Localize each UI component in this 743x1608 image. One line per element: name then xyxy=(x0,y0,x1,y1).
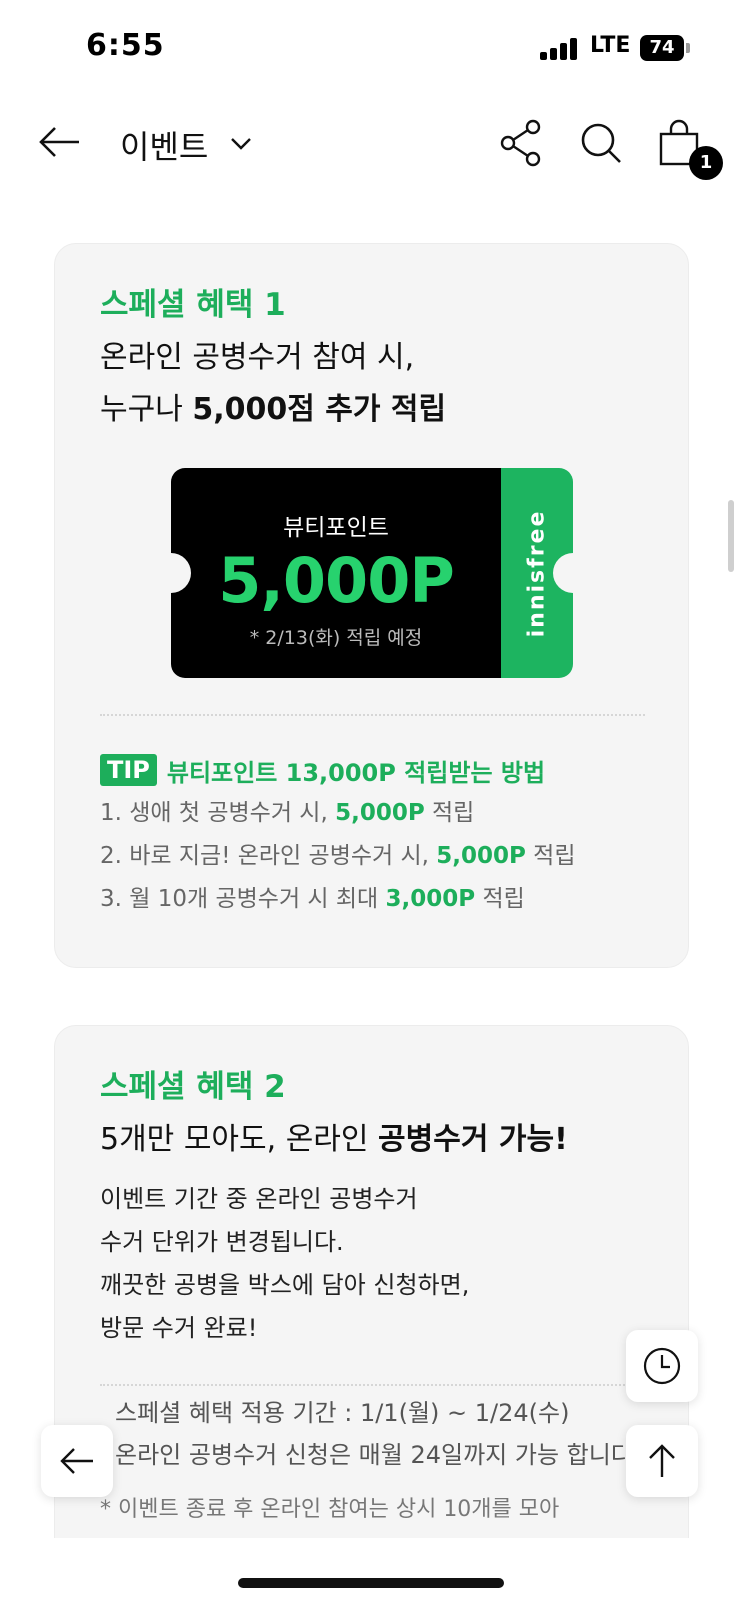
clock-icon xyxy=(643,1347,681,1385)
list-item: 2. 바로 지금! 온라인 공병수거 시, 5,000P 적립 xyxy=(100,835,576,878)
tip-points: 5,000P xyxy=(335,800,425,826)
list-item: 3. 월 10개 공병수거 시 최대 3,000P 적립 xyxy=(100,878,576,921)
special-benefit-card-1: 스페셜 혜택 1 온라인 공병수거 참여 시, 누구나 5,000점 추가 적립… xyxy=(54,243,689,968)
brand-logo: innisfree xyxy=(501,468,573,678)
status-time: 6:55 xyxy=(86,28,165,63)
description-line: 방문 수거 완료! xyxy=(100,1314,258,1342)
special-benefit-card-2: 스페셜 혜택 2 5개만 모아도, 온라인 공병수거 가능! 이벤트 기간 중 … xyxy=(54,1025,689,1608)
scrollbar[interactable] xyxy=(728,500,734,572)
top-nav: 이벤트 1 xyxy=(0,100,743,190)
back-arrow-icon[interactable] xyxy=(38,120,82,164)
heading-text: 5개만 모아도, 온라인 xyxy=(100,1122,379,1157)
battery-icon: 74 xyxy=(640,35,684,61)
beauty-point-coupon: 뷰티포인트 5,000P * 2/13(화) 적립 예정 innisfree xyxy=(151,468,593,678)
benefit-heading: 5개만 모아도, 온라인 공병수거 가능! xyxy=(100,1114,568,1166)
tip-points: 3,000P xyxy=(385,886,476,912)
benefit-description: 이벤트 기간 중 온라인 공병수거 수거 단위가 변경됩니다. 깨끗한 공병을 … xyxy=(100,1178,469,1350)
arrow-left-icon xyxy=(60,1448,93,1474)
tip-text: 2. 바로 지금! 온라인 공병수거 시, xyxy=(100,843,437,869)
chevron-down-icon[interactable] xyxy=(228,130,254,156)
status-bar: 6:55 LTE 74 xyxy=(0,0,743,100)
description-line: 깨끗한 공병을 박스에 담아 신청하면, xyxy=(100,1271,470,1299)
event-note: * 이벤트 종료 후 온라인 참여는 상시 10개를 모아 xyxy=(100,1497,560,1522)
previous-page-button[interactable] xyxy=(41,1425,113,1497)
benefit-label: 스페셜 혜택 1 xyxy=(100,287,286,323)
heading-text: 누구나 xyxy=(100,392,193,427)
bottom-safe-area xyxy=(0,1538,743,1608)
search-icon[interactable] xyxy=(578,120,624,166)
tip-text: 1. 생애 첫 공병수거 시, xyxy=(100,800,336,826)
benefit-heading: 온라인 공병수거 참여 시, 누구나 5,000점 추가 적립 xyxy=(100,332,446,436)
arrow-up-icon xyxy=(649,1444,675,1477)
heading-emphasis: 5,000점 추가 적립 xyxy=(192,392,447,427)
page-title[interactable]: 이벤트 xyxy=(120,122,208,168)
period-line: 스페셜 혜택 적용 기간 : 1/1(월) ~ 1/24(수) xyxy=(115,1399,570,1427)
description-line: 이벤트 기간 중 온라인 공병수거 xyxy=(100,1185,418,1213)
tip-text: 적립 xyxy=(424,800,475,826)
period-line: 온라인 공병수거 신청은 매월 24일까지 가능 합니다. xyxy=(115,1441,641,1469)
signal-icon xyxy=(540,36,582,60)
heading-emphasis: 공병수거 가능! xyxy=(378,1122,568,1157)
tip-text: 3. 월 10개 공병수거 시 최대 xyxy=(100,886,386,912)
description-line: 수거 단위가 변경됩니다. xyxy=(100,1228,344,1256)
coupon-note: * 2/13(화) 적립 예정 xyxy=(249,627,423,649)
dotted-divider xyxy=(100,1384,645,1386)
tip-list: 1. 생애 첫 공병수거 시, 5,000P 적립 2. 바로 지금! 온라인 … xyxy=(100,792,576,921)
network-type: LTE xyxy=(590,33,631,58)
tip-text: 적립 xyxy=(475,886,525,912)
coupon-title: 뷰티포인트 xyxy=(283,515,389,541)
dotted-divider xyxy=(100,714,645,716)
tip-title: 뷰티포인트 13,000P 적립받는 방법 xyxy=(166,758,546,787)
period-info: 스페셜 혜택 적용 기간 : 1/1(월) ~ 1/24(수) 온라인 공병수거… xyxy=(115,1392,641,1476)
tip-points: 5,000P xyxy=(436,843,526,869)
home-indicator[interactable] xyxy=(238,1578,504,1588)
tip-text: 적립 xyxy=(525,843,576,869)
tip-header: TIP 뷰티포인트 13,000P 적립받는 방법 xyxy=(100,752,545,788)
list-item: 1. 생애 첫 공병수거 시, 5,000P 적립 xyxy=(100,792,576,835)
cart-count-badge: 1 xyxy=(689,146,723,180)
recent-history-button[interactable] xyxy=(626,1330,698,1402)
benefit-label: 스페셜 혜택 2 xyxy=(100,1069,286,1105)
tip-badge: TIP xyxy=(100,754,157,786)
battery-tip xyxy=(686,43,690,53)
brand-text: innisfree xyxy=(524,509,550,637)
scroll-to-top-button[interactable] xyxy=(626,1425,698,1497)
heading-line-2: 누구나 5,000점 추가 적립 xyxy=(100,384,446,436)
heading-line-1: 온라인 공병수거 참여 시, xyxy=(100,340,415,375)
coupon-value: 5,000P xyxy=(218,544,455,617)
share-icon[interactable] xyxy=(498,118,544,168)
